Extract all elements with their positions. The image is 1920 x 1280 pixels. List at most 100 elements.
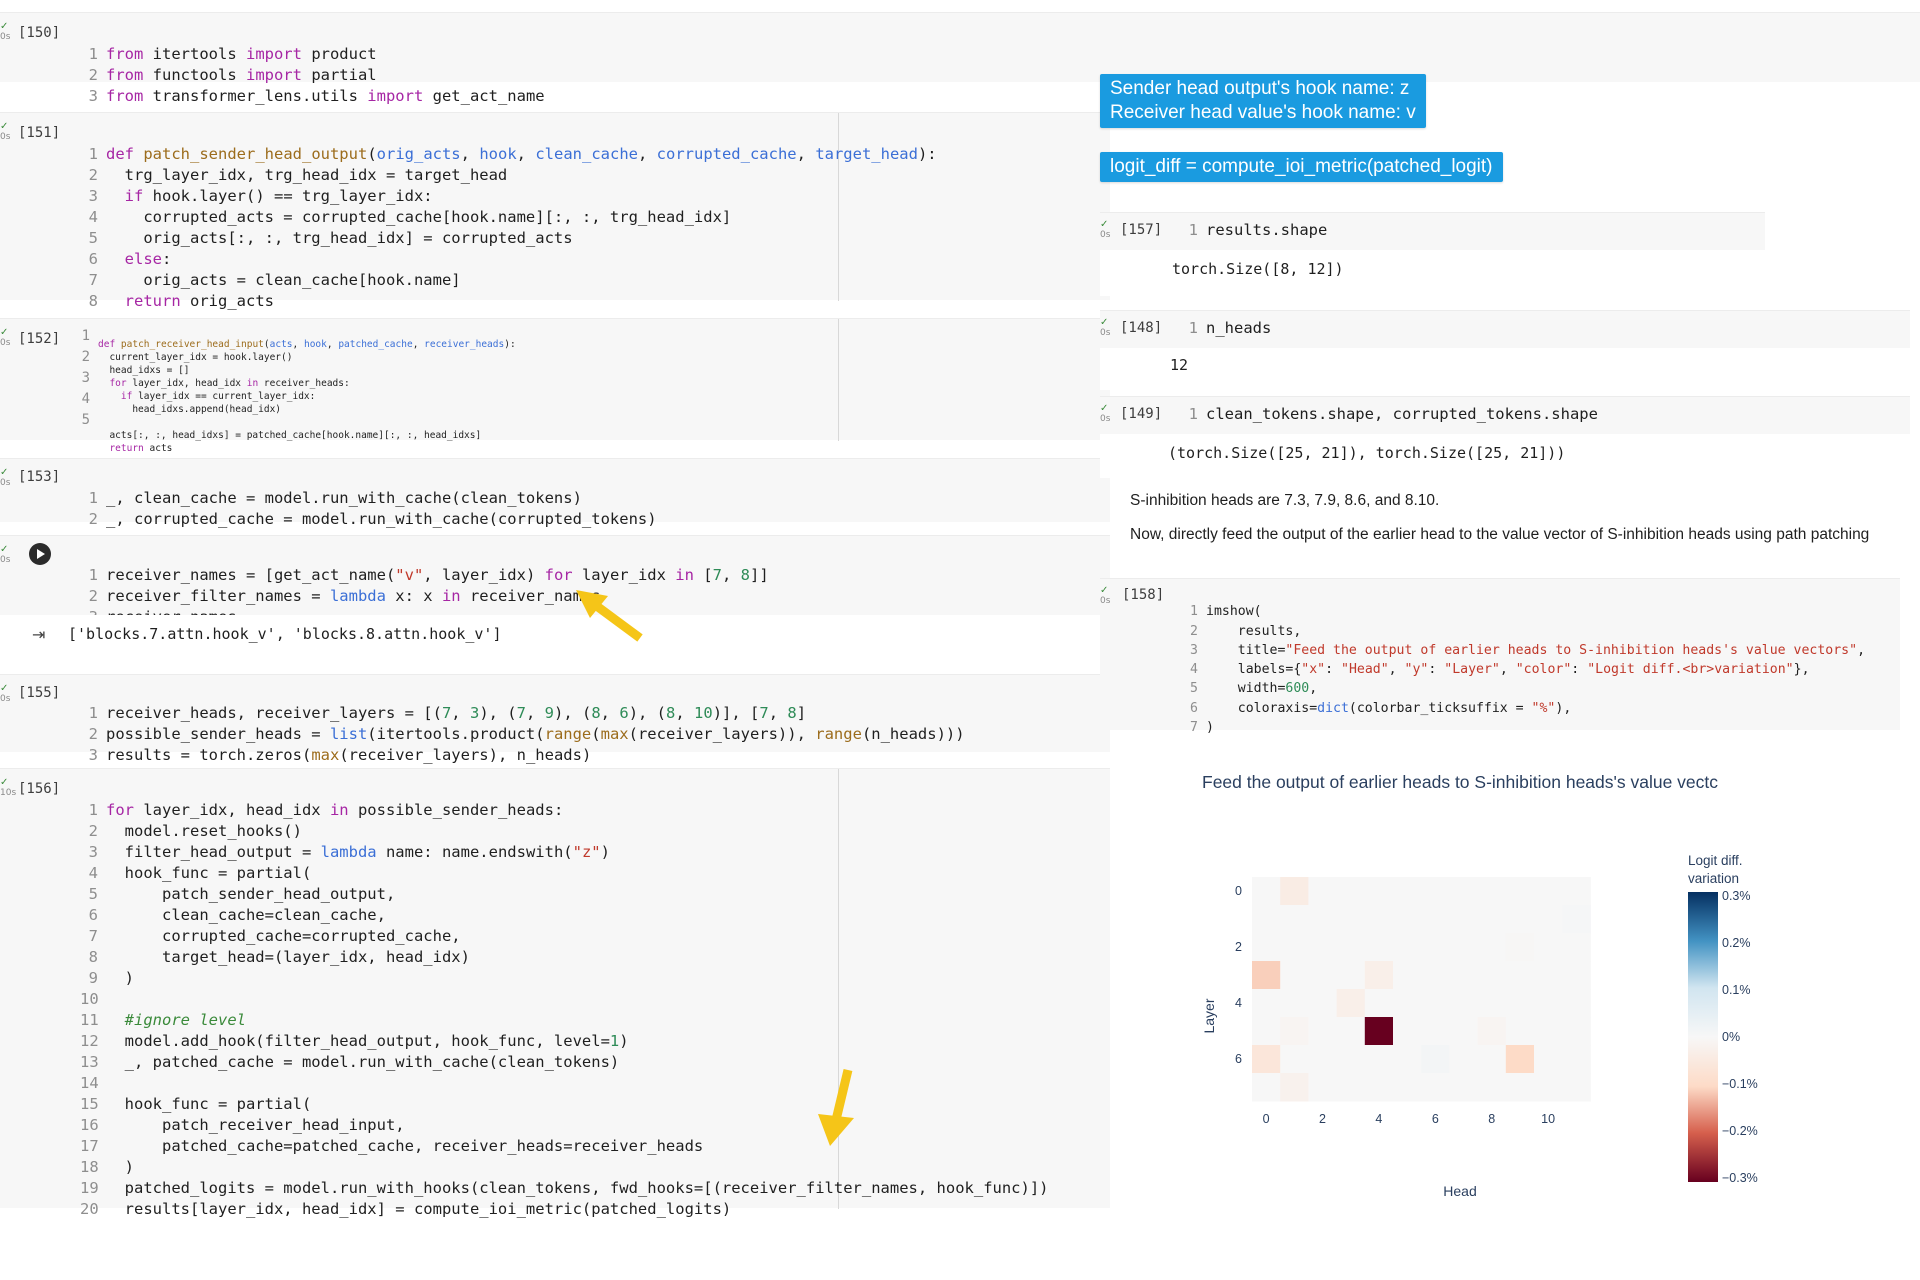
heatmap-cell[interactable] — [1449, 961, 1479, 990]
heatmap-cell[interactable] — [1252, 1073, 1281, 1102]
code-editor[interactable]: 1 results.shape — [1180, 220, 1328, 241]
run-cell-button[interactable] — [29, 543, 51, 565]
heatmap-cell[interactable] — [1393, 989, 1422, 1018]
heatmap-cell[interactable] — [1252, 1017, 1281, 1046]
heatmap-cell[interactable] — [1421, 1045, 1450, 1074]
heatmap-cell[interactable] — [1421, 989, 1450, 1018]
heatmap-cell[interactable] — [1308, 933, 1338, 962]
heatmap-cell[interactable] — [1364, 961, 1394, 990]
heatmap-cell[interactable] — [1449, 905, 1479, 934]
code-editor[interactable]: 1 def patch_sender_head_output(orig_acts,… — [80, 123, 937, 312]
heatmap-cell[interactable] — [1308, 961, 1338, 990]
heatmap-cell[interactable] — [1280, 905, 1309, 934]
heatmap-cell[interactable] — [1477, 933, 1507, 962]
heatmap-cell[interactable] — [1505, 877, 1535, 906]
heatmap-cell[interactable] — [1364, 989, 1394, 1018]
heatmap-cell[interactable] — [1364, 1045, 1394, 1074]
code-cell-152[interactable]: ✓ 0s [152] 1 2 3 4 5 def patch_receiver_… — [0, 318, 1110, 454]
heatmap-cell[interactable] — [1252, 989, 1281, 1018]
heatmap-cell[interactable] — [1534, 1017, 1563, 1046]
heatmap-cell[interactable] — [1336, 1017, 1366, 1046]
heatmap-cell[interactable] — [1562, 1045, 1591, 1074]
heatmap-cell[interactable] — [1421, 905, 1450, 934]
heatmap-cell[interactable] — [1252, 1045, 1281, 1074]
heatmap-cell[interactable] — [1308, 1017, 1338, 1046]
code-cell-150[interactable]: ✓ 0s [150] 1 from itertools import produc… — [0, 12, 1920, 105]
heatmap-cell[interactable] — [1336, 1045, 1366, 1074]
code-cell-149[interactable]: ✓ 0s [149] 1 clean_tokens.shape, corrupte… — [1100, 396, 1910, 434]
heatmap-cell[interactable] — [1421, 933, 1450, 962]
heatmap-cell[interactable] — [1477, 989, 1507, 1018]
heatmap-cell[interactable] — [1336, 877, 1366, 906]
heatmap-cell[interactable] — [1449, 1073, 1479, 1102]
heatmap-cell[interactable] — [1505, 989, 1535, 1018]
heatmap-cell[interactable] — [1505, 1045, 1535, 1074]
heatmap-cell[interactable] — [1562, 905, 1591, 934]
heatmap-cell[interactable] — [1505, 1017, 1535, 1046]
heatmap-cell[interactable] — [1534, 961, 1563, 990]
heatmap-cell[interactable] — [1449, 933, 1479, 962]
heatmap-cell[interactable] — [1562, 989, 1591, 1018]
code-cell-157[interactable]: ✓ 0s [157] 1 results.shape — [1100, 212, 1765, 250]
heatmap-cell[interactable] — [1534, 989, 1563, 1018]
heatmap-cell[interactable] — [1364, 1073, 1394, 1102]
heatmap-cell[interactable] — [1393, 1045, 1422, 1074]
heatmap-cell[interactable] — [1421, 1073, 1450, 1102]
code-cell-156[interactable]: ✓ 10s [156] 1 for layer_idx, head_idx in … — [0, 768, 1110, 1218]
heatmap-cell[interactable] — [1280, 877, 1309, 906]
heatmap-cell[interactable] — [1308, 989, 1338, 1018]
heatmap-cell[interactable] — [1280, 961, 1309, 990]
heatmap-cell[interactable] — [1449, 989, 1479, 1018]
heatmap-cell[interactable] — [1336, 989, 1366, 1018]
code-editor[interactable]: 1 clean_tokens.shape, corrupted_tokens.sh… — [1180, 404, 1598, 425]
heatmap-cell[interactable] — [1534, 933, 1563, 962]
heatmap-cell[interactable] — [1364, 877, 1394, 906]
heatmap-cell[interactable] — [1534, 1073, 1563, 1102]
heatmap-cell[interactable] — [1562, 1073, 1591, 1102]
output-arrow-icon[interactable]: ⇥ — [32, 625, 45, 644]
heatmap-cell[interactable] — [1393, 1073, 1422, 1102]
heatmap-cell[interactable] — [1336, 961, 1366, 990]
code-editor[interactable]: 1 receiver_heads, receiver_layers = [(7, … — [80, 682, 965, 766]
heatmap-cell[interactable] — [1477, 1045, 1507, 1074]
heatmap-cell[interactable] — [1449, 1017, 1479, 1046]
code-editor[interactable]: 1 for layer_idx, head_idx in possible_sen… — [80, 779, 1049, 1220]
heatmap-cell[interactable] — [1421, 961, 1450, 990]
heatmap-cell[interactable] — [1477, 877, 1507, 906]
heatmap-cell[interactable] — [1336, 1073, 1366, 1102]
heatmap-cell[interactable] — [1534, 877, 1563, 906]
heatmap-cell[interactable] — [1364, 1017, 1394, 1046]
heatmap-cell[interactable] — [1252, 933, 1281, 962]
heatmap-cell[interactable] — [1336, 905, 1366, 934]
heatmap-cell[interactable] — [1562, 933, 1591, 962]
heatmap-cell[interactable] — [1421, 1017, 1450, 1046]
heatmap-cell[interactable] — [1505, 933, 1535, 962]
heatmap-cell[interactable] — [1308, 1073, 1338, 1102]
colorbar[interactable] — [1688, 892, 1718, 1182]
heatmap-cell[interactable] — [1336, 933, 1366, 962]
heatmap-cell[interactable] — [1421, 877, 1450, 906]
heatmap-cell[interactable] — [1308, 905, 1338, 934]
heatmap-cell[interactable] — [1562, 961, 1591, 990]
heatmap-cell[interactable] — [1562, 877, 1591, 906]
code-cell-151[interactable]: ✓ 0s [151] 1 def patch_sender_head_output… — [0, 112, 1110, 310]
heatmap-cell[interactable] — [1280, 1073, 1309, 1102]
heatmap-cell[interactable] — [1280, 933, 1309, 962]
heatmap-cell[interactable] — [1252, 877, 1281, 906]
code-cell-154[interactable]: ✓ 0s 1 receiver_names = [get_act_name("v"… — [0, 535, 1110, 626]
heatmap-cell[interactable] — [1280, 1017, 1309, 1046]
heatmap-cell[interactable] — [1393, 961, 1422, 990]
heatmap-cell[interactable] — [1393, 933, 1422, 962]
heatmap-cell[interactable] — [1364, 905, 1394, 934]
code-editor[interactable]: 1 n_heads — [1180, 318, 1272, 339]
code-cell-155[interactable]: ✓ 0s [155] 1 receiver_heads, receiver_lay… — [0, 674, 1110, 764]
code-editor[interactable]: 1 imshow(2 results, 3 title="Feed the outp… — [1180, 583, 1865, 737]
heatmap-cell[interactable] — [1308, 1045, 1338, 1074]
heatmap-cell[interactable] — [1534, 1045, 1563, 1074]
heatmap-cell[interactable] — [1562, 1017, 1591, 1046]
heatmap-cell[interactable] — [1252, 961, 1281, 990]
code-editor[interactable]: 1 from itertools import product 2 from func… — [80, 23, 545, 107]
heatmap-cell[interactable] — [1534, 905, 1563, 934]
heatmap-cell[interactable] — [1477, 1017, 1507, 1046]
heatmap-cell[interactable] — [1449, 877, 1479, 906]
